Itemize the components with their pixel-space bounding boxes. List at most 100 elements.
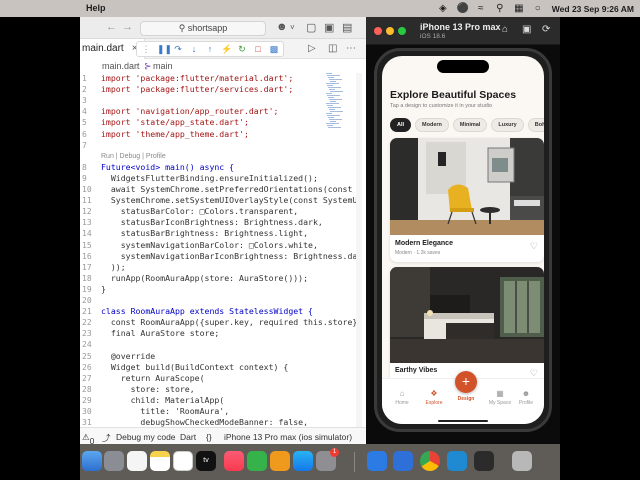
card-title: Earthy Vibes bbox=[395, 367, 438, 374]
siri-icon[interactable]: ○ bbox=[533, 3, 543, 14]
close-window-button[interactable] bbox=[374, 27, 382, 35]
card-title: Modern Elegance bbox=[395, 240, 453, 247]
nav-home[interactable]: ⌂ Home bbox=[388, 389, 416, 406]
line-number: 14 bbox=[82, 229, 92, 239]
codelens-run-debug[interactable]: Run | Debug | Profile bbox=[101, 153, 166, 160]
appletv-app-icon[interactable]: tv bbox=[196, 451, 216, 471]
line-number: 28 bbox=[82, 384, 92, 394]
line-number: 23 bbox=[82, 329, 92, 339]
chip-modern[interactable]: Modern bbox=[415, 118, 449, 132]
command-center-search[interactable]: ⚲ shortsapp bbox=[140, 21, 266, 36]
tab-main-dart[interactable]: main.dart × bbox=[80, 39, 145, 59]
line-number: 3 bbox=[82, 96, 87, 106]
heart-icon[interactable]: ♡ bbox=[530, 241, 538, 252]
line-number: 2 bbox=[82, 85, 87, 95]
appstore-app-icon[interactable] bbox=[293, 451, 313, 471]
status-problems[interactable]: ⚠ 0 bbox=[82, 432, 94, 444]
line-number: 9 bbox=[82, 173, 87, 183]
chip-minimal[interactable]: Minimal bbox=[452, 118, 488, 132]
forward-icon[interactable]: → bbox=[122, 21, 133, 33]
search-icon[interactable]: ⚲ bbox=[495, 3, 505, 14]
code-line: Future<void> main() async { bbox=[101, 161, 235, 172]
trash-app-icon[interactable] bbox=[512, 451, 532, 471]
chevron-down-icon[interactable]: ˅ bbox=[290, 23, 295, 32]
braces-icon[interactable]: {} bbox=[206, 432, 212, 442]
preview-app-icon[interactable] bbox=[104, 451, 124, 471]
remote-icon[interactable]: ⤴ bbox=[102, 432, 111, 444]
files-app-icon[interactable] bbox=[393, 451, 413, 471]
code-line: statusBarBrightness: Brightness.light, bbox=[101, 228, 309, 239]
editor-scrollbar[interactable] bbox=[356, 73, 362, 443]
minimap-line bbox=[329, 109, 335, 110]
status-device[interactable]: iPhone 13 Pro max (ios simulator) bbox=[224, 432, 352, 442]
nav-my-space[interactable]: ▦ My Space bbox=[486, 389, 514, 406]
nav-explore[interactable]: ❖ Explore bbox=[420, 389, 448, 406]
step-out-icon[interactable]: ↑ bbox=[205, 44, 215, 54]
split-editor-icon[interactable]: ◫ bbox=[328, 43, 337, 54]
minimap[interactable] bbox=[326, 73, 350, 133]
wifi-icon[interactable]: ≈ bbox=[476, 3, 486, 14]
control-icon[interactable]: ⚫ bbox=[457, 3, 469, 14]
numbers-app-icon[interactable] bbox=[247, 451, 267, 471]
minimap-line bbox=[329, 79, 342, 80]
pause-icon[interactable]: ❚❚ bbox=[157, 44, 172, 54]
design-card[interactable]: Modern Elegance Modern · 1.2k saves ♡ bbox=[390, 138, 544, 262]
run-debug-icon[interactable]: ▷ bbox=[308, 43, 316, 54]
chip-boho[interactable]: Boho bbox=[527, 118, 544, 132]
more-actions-icon[interactable]: ⋯ bbox=[346, 43, 356, 54]
zoom-window-button[interactable] bbox=[398, 27, 406, 35]
menu-bar: Help ◈ ⚫ ≈ ⚲ ▦ ○ Wed 23 Sep 9:26 AM bbox=[0, 0, 640, 17]
design-card[interactable]: Earthy Vibes ♡ bbox=[390, 267, 544, 387]
status-language[interactable]: Dart bbox=[180, 432, 196, 442]
breadcrumb-symbol[interactable]: main bbox=[153, 61, 173, 71]
line-number: 7 bbox=[82, 140, 87, 150]
code-line: store: store, bbox=[101, 383, 195, 394]
copilot-icon[interactable]: ☻ bbox=[276, 21, 288, 33]
rotate-icon[interactable]: ⟳ bbox=[542, 25, 550, 35]
pages-app-icon[interactable] bbox=[270, 451, 290, 471]
minimap-line bbox=[326, 93, 332, 94]
person-icon: ☻ bbox=[521, 389, 531, 398]
reminders-app-icon[interactable] bbox=[127, 451, 147, 471]
music-app-icon[interactable] bbox=[224, 451, 244, 471]
design-fab-button[interactable]: + bbox=[455, 371, 477, 393]
line-number: 11 bbox=[82, 196, 92, 206]
minimap-line bbox=[330, 91, 343, 92]
terminal-app-icon[interactable] bbox=[474, 451, 494, 471]
breadcrumb-file[interactable]: main.dart bbox=[102, 61, 140, 71]
vscode-app-icon[interactable] bbox=[447, 451, 467, 471]
back-icon[interactable]: ← bbox=[106, 21, 117, 33]
screenshot-icon[interactable]: ▣ bbox=[522, 25, 531, 35]
search-text: shortsapp bbox=[187, 23, 228, 33]
layout-icon[interactable]: ▤ bbox=[342, 21, 352, 34]
chip-luxury[interactable]: Luxury bbox=[491, 118, 524, 132]
devtools-icon[interactable]: ▩ bbox=[269, 44, 279, 54]
restart-icon[interactable]: ↻ bbox=[237, 44, 247, 54]
debug-toolbar: ⋮ ❚❚ ↷ ↓ ↑ ⚡ ↻ □ ▩ bbox=[136, 41, 284, 57]
notes-app-icon[interactable] bbox=[150, 451, 170, 471]
step-over-icon[interactable]: ↷ bbox=[173, 44, 183, 54]
home-icon[interactable]: ⌂ bbox=[502, 25, 508, 35]
minimize-window-button[interactable] bbox=[386, 27, 394, 35]
menu-help[interactable]: Help bbox=[86, 3, 106, 13]
step-into-icon[interactable]: ↓ bbox=[189, 44, 199, 54]
code-editor[interactable]: 1 2 3 4 5 6 7 8 9 10 11 12 13 14 15 16 17 18 19 20 21 22 23 24 2… bbox=[80, 73, 366, 444]
nav-profile[interactable]: ☻ Profile bbox=[512, 389, 540, 406]
freeform-app-icon[interactable] bbox=[173, 451, 193, 471]
status-debug-mode[interactable]: Debug my code bbox=[116, 432, 176, 442]
panel-toggle-icon[interactable]: ▣ bbox=[324, 21, 334, 34]
minimap-line bbox=[327, 95, 340, 96]
stop-icon[interactable]: □ bbox=[253, 44, 263, 54]
simulator-app-icon[interactable] bbox=[367, 451, 387, 471]
chip-all[interactable]: All bbox=[390, 118, 412, 132]
finder-app-icon[interactable] bbox=[82, 451, 102, 471]
sidebar-toggle-icon[interactable]: ▢ bbox=[306, 21, 316, 34]
menubar-clock[interactable]: Wed 23 Sep 9:26 AM bbox=[552, 4, 634, 14]
control-center-icon[interactable]: ▦ bbox=[514, 3, 524, 14]
minimap-line bbox=[329, 89, 335, 90]
dropbox-icon[interactable]: ◈ bbox=[438, 3, 448, 14]
minimap-line bbox=[330, 81, 336, 82]
drag-handle-icon[interactable]: ⋮ bbox=[141, 44, 151, 54]
hot-reload-icon[interactable]: ⚡ bbox=[221, 44, 232, 54]
chrome-app-icon[interactable] bbox=[420, 451, 440, 471]
